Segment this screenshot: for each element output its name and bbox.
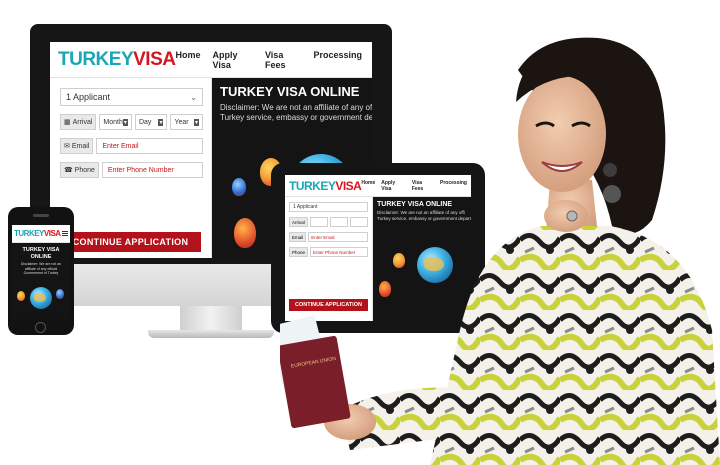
hero-title-line1: TURKEY VISA [22, 247, 60, 253]
phone-home-button [35, 322, 46, 333]
logo-visa: VISA [133, 48, 176, 70]
arrival-row: ▦ Arrival Month ▾ Day ▾ Year ▾ [60, 114, 203, 130]
hot-air-balloon-image [234, 218, 256, 248]
arrival-label-text: Arrival [72, 118, 93, 126]
application-form: 1 Applicant ⌄ ▦ Arrival Month ▾ Day ▾ Year… [50, 78, 212, 258]
phone-header: TURKEYVISA [12, 225, 70, 243]
globe-image [30, 287, 52, 309]
phone-label: ☎ Phone [60, 162, 99, 178]
phone-label-text: Phone [74, 166, 95, 174]
phone-field[interactable]: Enter Phone Number [101, 162, 203, 178]
continue-application-button[interactable]: CONTINUE APPLICATION [60, 232, 201, 252]
email-label-text: Email [71, 142, 90, 150]
year-select[interactable]: Year ▾ [170, 114, 203, 130]
email-field[interactable]: Enter Email [96, 138, 203, 154]
phone-speaker [33, 214, 49, 217]
arrival-label: ▦ Arrival [60, 114, 97, 130]
month-value: Month [103, 118, 123, 126]
hot-air-balloon-image [56, 289, 64, 299]
month-select[interactable]: Month ▾ [99, 114, 132, 130]
dropdown-arrow-icon: ▾ [122, 118, 128, 126]
year-value: Year [174, 118, 189, 126]
phone-row: ☎ Phone Enter Phone Number [60, 162, 203, 178]
logo-turkey: TURKEY [58, 48, 134, 70]
hero-title-line2: ONLINE [30, 253, 52, 260]
logo-visa: VISA [43, 229, 61, 238]
day-value: Day [138, 118, 152, 126]
email-placeholder: Enter Email [102, 142, 139, 150]
phone-placeholder: Enter Phone Number [107, 166, 174, 174]
phone-logo[interactable]: TURKEYVISA [14, 229, 61, 238]
email-row: ✉ Email Enter Email [60, 138, 203, 154]
chevron-down-icon: ⌄ [190, 92, 197, 102]
monitor-base [148, 330, 274, 338]
nav-home[interactable]: Home [175, 50, 200, 70]
hot-air-balloon-image [232, 178, 246, 196]
phone-screen: TURKEYVISA TURKEY VISA ONLINE Disclaimer… [12, 225, 70, 319]
site-logo[interactable]: TURKEYVISA [58, 48, 176, 71]
hero-disclaimer: Disclaimer: We are not an affiliate of a… [20, 262, 62, 275]
phone-device: TURKEYVISA TURKEY VISA ONLINE Disclaimer… [8, 207, 74, 335]
woman-with-passport-photo: EUROPEAN UNION [280, 37, 720, 465]
email-label: ✉ Email [60, 138, 94, 154]
logo-turkey: TURKEY [14, 229, 44, 238]
hamburger-menu-icon[interactable] [62, 231, 68, 236]
hot-air-balloon-image [17, 291, 25, 301]
phone-hero: TURKEY VISA ONLINE Disclaimer: We are no… [12, 243, 70, 319]
day-select[interactable]: Day ▾ [134, 114, 168, 130]
hero-title: TURKEY VISA ONLINE [12, 247, 70, 260]
applicants-select[interactable]: 1 Applicant ⌄ [60, 88, 203, 106]
dropdown-arrow-icon: ▾ [193, 118, 199, 126]
applicants-value: 1 Applicant [66, 92, 111, 102]
nav-apply-visa[interactable]: Apply Visa [213, 50, 253, 70]
dropdown-arrow-icon: ▾ [158, 118, 164, 126]
